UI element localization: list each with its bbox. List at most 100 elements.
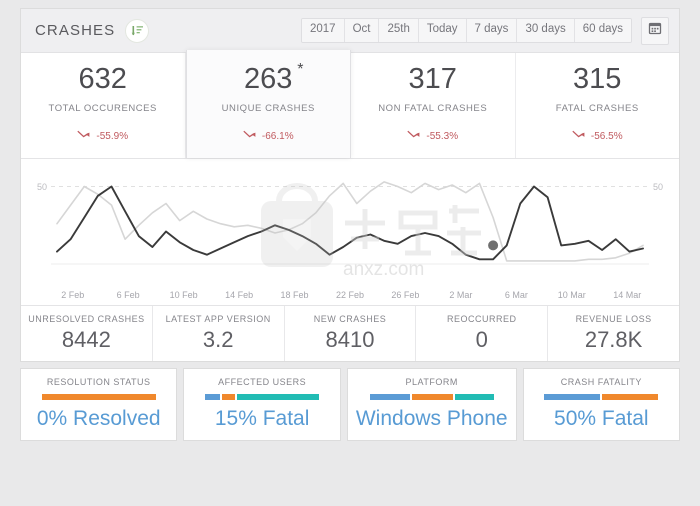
- stat-value: 27.8K: [584, 327, 643, 352]
- date-range-selector[interactable]: 2017 Oct 25th Today 7 days 30 days 60 da…: [300, 18, 632, 43]
- bar-segment: [369, 394, 411, 401]
- bar-segment: [602, 394, 659, 401]
- kpi-card-non-fatal-crashes[interactable]: 317 NON FATAL CRASHES -55.3%: [351, 53, 516, 158]
- calendar-icon: [648, 21, 662, 40]
- chart-y-tick: 50: [653, 182, 663, 192]
- chart-y-tick: 50: [37, 182, 47, 192]
- dashboard-page: CRASHES 2017 Oct 25th Today 7 days 30 da…: [0, 0, 700, 506]
- stats-row: UNRESOLVED CRASHES 8442 LATEST APP VERSI…: [21, 306, 679, 362]
- range-button-month[interactable]: Oct: [344, 19, 380, 42]
- chart-line-crashes: [56, 185, 644, 261]
- x-tick: 18 Feb: [280, 290, 309, 300]
- chart-canvas: 50 50: [37, 181, 663, 265]
- card-bar-chart: [544, 394, 659, 401]
- card-label: CRASH FATALITY: [560, 377, 642, 388]
- page-title: CRASHES: [35, 22, 116, 39]
- stat-value: 8410: [325, 327, 375, 352]
- stat-latest-app-version[interactable]: LATEST APP VERSION 3.2: [153, 306, 285, 362]
- bar-segment: [41, 394, 156, 401]
- range-button-year[interactable]: 2017: [301, 19, 345, 42]
- card-value: 15% Fatal: [214, 407, 310, 431]
- crashes-panel: CRASHES 2017 Oct 25th Today 7 days 30 da…: [20, 8, 680, 363]
- x-tick: 22 Feb: [335, 290, 364, 300]
- bar-segment: [455, 394, 494, 401]
- card-value: Windows Phone: [355, 407, 508, 431]
- x-tick: 14 Feb: [225, 290, 254, 300]
- kpi-delta: -56.5%: [522, 130, 674, 142]
- kpi-delta-value: -55.3%: [426, 130, 459, 142]
- chart-data-point-marker[interactable]: [488, 240, 499, 251]
- range-button-day[interactable]: 25th: [379, 19, 419, 42]
- card-bar-chart: [204, 394, 320, 401]
- kpi-delta: -55.9%: [27, 130, 179, 142]
- x-tick: 2 Mar: [449, 290, 473, 300]
- kpi-delta: -66.1%: [193, 130, 345, 142]
- range-button-60-days[interactable]: 60 days: [574, 19, 631, 42]
- trend-down-icon: [572, 130, 585, 142]
- stat-unresolved-crashes[interactable]: UNRESOLVED CRASHES 8442: [21, 306, 153, 362]
- kpi-delta: -55.3%: [357, 130, 509, 142]
- kpi-label: NON FATAL CRASHES: [378, 103, 488, 114]
- stat-label: NEW CRASHES: [313, 314, 387, 324]
- kpi-row: 632 TOTAL OCCURENCES -55.9% 263 * UNIQUE…: [21, 50, 680, 159]
- kpi-value: 632: [78, 63, 127, 95]
- stat-value: 8442: [61, 327, 111, 352]
- x-tick: 14 Mar: [613, 290, 642, 300]
- kpi-delta-value: -56.5%: [590, 130, 623, 142]
- bar-segment: [204, 394, 221, 401]
- kpi-asterisk: *: [297, 61, 304, 78]
- kpi-value: 315: [573, 63, 622, 95]
- kpi-delta-value: -55.9%: [96, 130, 129, 142]
- stat-label: LATEST APP VERSION: [165, 314, 271, 324]
- range-button-30-days[interactable]: 30 days: [517, 19, 575, 42]
- kpi-card-unique-crashes[interactable]: 263 * UNIQUE CRASHES -66.1%: [185, 50, 351, 158]
- bar-segment: [222, 394, 235, 401]
- x-tick: 10 Feb: [169, 290, 198, 300]
- card-bar-chart: [369, 394, 494, 401]
- trend-down-icon: [407, 130, 420, 142]
- card-resolution-status[interactable]: RESOLUTION STATUS 0% Resolved: [20, 368, 178, 442]
- kpi-value-wrapper: 263 *: [244, 62, 303, 95]
- stat-label: UNRESOLVED CRASHES: [28, 314, 145, 324]
- range-button-today[interactable]: Today: [418, 19, 467, 42]
- stat-value: 3.2: [202, 327, 234, 352]
- bar-segment: [412, 394, 454, 401]
- bottom-cards-row: RESOLUTION STATUS 0% Resolved AFFECTED U…: [20, 368, 681, 442]
- panel-header: CRASHES 2017 Oct 25th Today 7 days 30 da…: [21, 9, 679, 53]
- kpi-card-fatal-crashes[interactable]: 315 FATAL CRASHES -56.5%: [516, 53, 680, 158]
- range-button-7-days[interactable]: 7 days: [466, 19, 518, 42]
- card-label: RESOLUTION STATUS: [46, 377, 151, 388]
- x-tick: 6 Feb: [116, 290, 140, 300]
- stat-revenue-loss[interactable]: REVENUE LOSS 27.8K: [548, 306, 679, 361]
- card-bar-chart: [41, 394, 156, 401]
- stat-reoccurred[interactable]: REOCCURRED 0: [416, 306, 549, 362]
- card-label: PLATFORM: [405, 377, 458, 388]
- crashes-trend-chart[interactable]: 50 50 anxz.com 2 Feb 6 Feb 10 Feb 14 Feb…: [21, 159, 679, 306]
- kpi-label: FATAL CRASHES: [555, 103, 639, 114]
- kpi-card-total-occurences[interactable]: 632 TOTAL OCCURENCES -55.9%: [21, 53, 186, 158]
- x-tick: 10 Mar: [557, 290, 586, 300]
- kpi-label: UNIQUE CRASHES: [221, 103, 315, 114]
- calendar-button[interactable]: [641, 16, 669, 45]
- card-platform[interactable]: PLATFORM Windows Phone: [346, 368, 517, 442]
- stat-label: REVENUE LOSS: [575, 314, 652, 324]
- x-tick: 2 Feb: [61, 290, 85, 300]
- x-tick: 6 Mar: [504, 290, 528, 300]
- trend-down-icon: [243, 130, 256, 142]
- stat-value: 0: [475, 327, 488, 352]
- bar-segment: [236, 394, 320, 401]
- card-value: 50% Fatal: [554, 407, 649, 431]
- kpi-value: 317: [408, 63, 457, 95]
- bar-segment: [544, 394, 601, 401]
- x-tick: 26 Feb: [391, 290, 420, 300]
- kpi-label: TOTAL OCCURENCES: [48, 103, 157, 114]
- card-affected-users[interactable]: AFFECTED USERS 15% Fatal: [183, 368, 341, 442]
- card-label: AFFECTED USERS: [218, 377, 307, 388]
- kpi-delta-value: -66.1%: [261, 130, 294, 142]
- stat-label: REOCCURRED: [447, 314, 517, 324]
- card-crash-fatality[interactable]: CRASH FATALITY 50% Fatal: [522, 368, 681, 442]
- bar-sort-icon: [125, 18, 150, 43]
- kpi-value: 263: [244, 63, 293, 95]
- stat-new-crashes[interactable]: NEW CRASHES 8410: [285, 306, 417, 362]
- trend-down-icon: [77, 130, 90, 142]
